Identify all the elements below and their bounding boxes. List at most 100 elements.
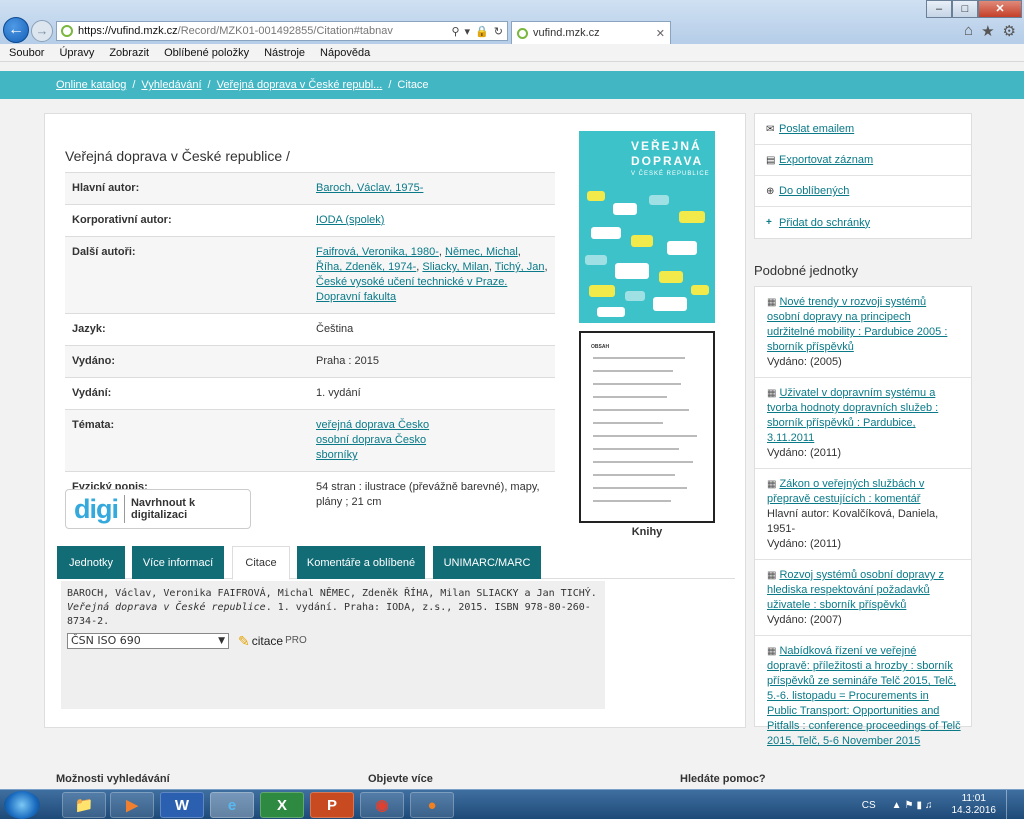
footer-heading: Objevte více	[368, 773, 433, 785]
author-link[interactable]: Baroch, Václav, 1975-	[316, 182, 423, 194]
menu-item[interactable]: Zobrazit	[109, 47, 149, 59]
minimize-button[interactable]: –	[926, 0, 952, 18]
toc-line	[593, 357, 685, 359]
star-icon[interactable]: ★	[981, 22, 994, 40]
back-button[interactable]: ←	[3, 17, 29, 43]
show-desktop-button[interactable]	[1006, 790, 1016, 819]
refresh-icon[interactable]: ↻	[494, 25, 503, 38]
cover-subtitle: V ČESKÉ REPUBLICE	[631, 171, 710, 177]
similar-item-link[interactable]: Rozvoj systémů osobní dopravy z hlediska…	[767, 569, 944, 611]
digi-logo: digi	[74, 493, 119, 524]
tab-citation[interactable]: Citace	[232, 546, 290, 580]
breadcrumb-link[interactable]: Vyhledávání	[141, 79, 201, 91]
similar-item-link[interactable]: Uživatel v dopravním systému a tvorba ho…	[767, 387, 938, 444]
chevron-down-icon: ▼	[218, 636, 225, 646]
breadcrumb-link[interactable]: Veřejná doprava v České republ...	[217, 79, 383, 91]
favorite-action[interactable]: ⊕ Do oblíbených	[755, 176, 971, 207]
gear-icon[interactable]: ⚙	[1003, 22, 1016, 40]
internet-explorer-icon[interactable]: e	[210, 792, 254, 818]
powerpoint-icon[interactable]: P	[310, 792, 354, 818]
field-label: Jazyk:	[65, 313, 309, 346]
book-icon: ▦	[767, 570, 777, 581]
book-icon: ▦	[767, 646, 777, 657]
word-icon[interactable]: W	[160, 792, 204, 818]
citace-pro-suffix: PRO	[285, 635, 307, 646]
similar-item-meta: Vydáno: (2011)	[767, 447, 841, 459]
cover-decoration	[649, 195, 669, 205]
subject-link[interactable]: osobní doprava Česko	[316, 434, 426, 446]
similar-item-link[interactable]: Nabídková řízení ve veřejné dopravě: pří…	[767, 645, 961, 747]
language-indicator[interactable]: CS	[862, 800, 876, 811]
similar-item-link[interactable]: Nové trendy v rozvoji systémů osobní dop…	[767, 296, 947, 353]
close-tab-icon[interactable]: ✕	[656, 27, 665, 40]
tab-holdings[interactable]: Jednotky	[57, 546, 125, 579]
similar-item-meta: Hlavní autor: Kovalčíková, Daniela, 1951…	[767, 508, 939, 535]
cover-decoration	[591, 227, 621, 239]
window-controls: – □ ✕	[926, 0, 1022, 18]
breadcrumb-link[interactable]: Online katalog	[56, 79, 126, 91]
chevron-down-icon[interactable]: ▾	[465, 25, 471, 38]
cover-decoration	[585, 255, 607, 265]
lock-icon[interactable]: 🔒	[475, 25, 489, 38]
book-icon: ▦	[767, 388, 777, 399]
home-icon[interactable]: ⌂	[964, 22, 973, 40]
menu-item[interactable]: Úpravy	[59, 47, 94, 59]
start-button[interactable]	[4, 791, 40, 819]
media-player-icon[interactable]: ▶	[110, 792, 154, 818]
author-link[interactable]: Říha, Zdeněk, 1974-	[316, 261, 416, 273]
corporate-author-link[interactable]: IODA (spolek)	[316, 214, 384, 226]
tab-comments[interactable]: Komentáře a oblíbené	[297, 546, 425, 579]
explorer-icon[interactable]: 📁	[62, 792, 106, 818]
divider	[124, 495, 125, 523]
search-icon[interactable]: ⚲	[451, 25, 459, 38]
cover-decoration	[679, 211, 705, 223]
address-bar[interactable]: https://vufind.mzk.cz/Record/MZK01-00149…	[56, 21, 508, 41]
subject-link[interactable]: veřejná doprava Česko	[316, 419, 429, 431]
book-cover-image[interactable]: VEŘEJNÁ DOPRAVA V ČESKÉ REPUBLICE	[579, 131, 715, 323]
menu-item[interactable]: Oblíbené položky	[164, 47, 249, 59]
citation-panel: BAROCH, Václav, Veronika FAIFROVÁ, Micha…	[61, 581, 605, 709]
firefox-icon[interactable]: ●	[410, 792, 454, 818]
chrome-icon[interactable]: ◉	[360, 792, 404, 818]
cover-decoration	[659, 271, 683, 283]
footer-heading: Možnosti vyhledávání	[56, 773, 170, 785]
menu-item[interactable]: Soubor	[9, 47, 44, 59]
menu-item[interactable]: Nápověda	[320, 47, 370, 59]
record-details-table: Hlavní autor: Baroch, Václav, 1975- Korp…	[65, 172, 555, 518]
cover-decoration	[587, 191, 605, 201]
cover-decoration	[615, 263, 649, 279]
digitize-button[interactable]: digi Navrhnout k digitalizaci	[65, 489, 251, 529]
email-action[interactable]: ✉ Poslat emailem	[755, 114, 971, 145]
table-of-contents-image[interactable]: OBSAH	[579, 331, 715, 523]
subject-link[interactable]: sborníky	[316, 449, 358, 461]
author-link[interactable]: České vysoké učení technické v Praze. Do…	[316, 276, 507, 303]
field-value: Praha : 2015	[309, 345, 555, 378]
clock-time: 11:01	[961, 793, 986, 804]
tray-icons[interactable]: ▲⚑▮♫	[892, 800, 936, 811]
toc-line	[593, 500, 671, 502]
export-action[interactable]: ▤ Exportovat záznam	[755, 145, 971, 176]
clock[interactable]: 11:01 14.3.2016	[952, 793, 997, 817]
cover-decoration	[691, 285, 709, 295]
citace-pro-label: citace	[251, 634, 284, 648]
similar-item-link[interactable]: Zákon o veřejných službách v přepravě ce…	[767, 478, 924, 505]
author-link[interactable]: Tichý, Jan	[495, 261, 545, 273]
list-item: ▦ Uživatel v dopravním systému a tvorba h…	[755, 378, 971, 469]
toc-line	[593, 396, 667, 398]
close-window-button[interactable]: ✕	[978, 0, 1022, 18]
maximize-button[interactable]: □	[952, 0, 978, 18]
author-link[interactable]: Faifrová, Veronika, 1980-	[316, 246, 439, 258]
forward-button[interactable]: →	[31, 20, 53, 42]
add-to-cart-action[interactable]: + Přidat do schránky	[755, 207, 971, 238]
menu-item[interactable]: Nástroje	[264, 47, 305, 59]
field-value: veřejná doprava Česko osobní doprava Čes…	[309, 409, 555, 472]
author-link[interactable]: Němec, Michal	[445, 246, 518, 258]
citace-pro-link[interactable]: ✎ citace PRO	[238, 634, 307, 648]
tab-more-info[interactable]: Více informací	[132, 546, 224, 579]
citation-style-select[interactable]: ČSN ISO 690 ▼	[67, 633, 229, 649]
tab-unimarc[interactable]: UNIMARC/MARC	[433, 546, 541, 579]
table-row: Témata: veřejná doprava Česko osobní dop…	[65, 409, 555, 472]
excel-icon[interactable]: X	[260, 792, 304, 818]
browser-tab[interactable]: vufind.mzk.cz ✕	[511, 21, 671, 44]
author-link[interactable]: Sliacky, Milan	[422, 261, 488, 273]
